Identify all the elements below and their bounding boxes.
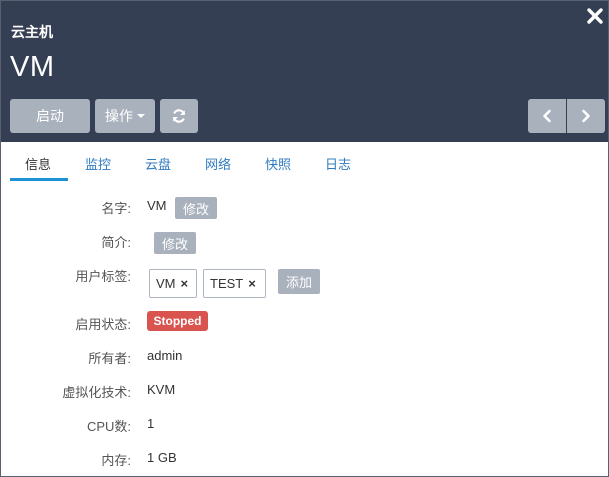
tag-chip: VM × [149,269,197,298]
tab-bar: 信息 监控 云盘 网络 快照 日志 [1,142,608,182]
operations-button-label: 操作 [105,108,133,124]
memory-value: 1 GB [147,450,177,465]
hypervisor-value: KVM [147,382,176,397]
page-title: VM [10,51,55,83]
remove-tag-icon[interactable]: × [181,276,189,291]
previous-button[interactable] [528,99,566,133]
caret-down-icon [137,114,145,118]
add-tag-button[interactable]: 添加 [278,269,320,294]
state-label: 启用状态: [75,317,131,332]
refresh-icon [172,109,186,123]
refresh-button[interactable] [160,99,198,133]
chevron-right-icon [582,109,590,123]
tab-network[interactable]: 网络 [205,154,231,173]
active-tab-indicator [10,178,68,181]
start-button[interactable]: 启动 [10,99,90,133]
tag-text: VM [156,276,176,291]
tab-info[interactable]: 信息 [25,154,51,173]
description-label: 简介: [101,235,131,250]
owner-label: 所有者: [88,351,131,366]
close-icon[interactable] [585,6,605,26]
memory-label: 内存: [101,453,131,468]
tags-label: 用户标签: [75,269,131,284]
cpu-value: 1 [147,416,155,431]
next-button[interactable] [567,99,605,133]
header-subtitle: 云主机 [11,24,53,40]
tag-chip: TEST × [203,269,266,298]
tab-monitor[interactable]: 监控 [85,154,111,173]
operations-dropdown-button[interactable]: 操作 [95,99,155,133]
hypervisor-label: 虚拟化技术: [62,385,131,400]
owner-value: admin [147,348,183,363]
chevron-left-icon [543,109,551,123]
tab-logs[interactable]: 日志 [325,154,351,173]
start-button-label: 启动 [36,108,64,124]
tab-snapshots[interactable]: 快照 [265,154,291,173]
status-badge: Stopped [147,311,208,331]
cpu-label: CPU数: [86,419,131,434]
tag-text: TEST [210,276,244,291]
tab-volumes[interactable]: 云盘 [145,154,171,173]
edit-description-button[interactable]: 修改 [154,232,196,254]
name-label: 名字: [101,201,131,216]
edit-name-button[interactable]: 修改 [175,197,217,219]
remove-tag-icon[interactable]: × [248,276,256,291]
header: 云主机 VM [1,1,608,142]
name-value: VM [147,198,167,213]
